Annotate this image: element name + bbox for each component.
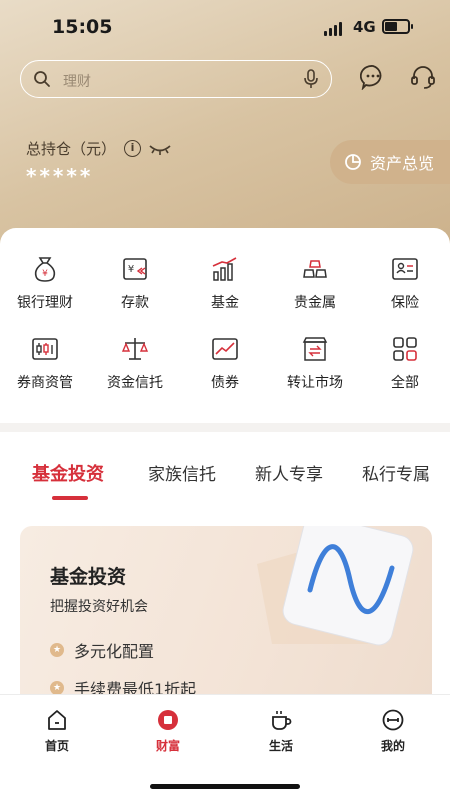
svg-text:¥: ¥	[128, 264, 134, 275]
gold-bars-icon	[303, 260, 327, 278]
service-trust[interactable]: 资金信托	[90, 334, 180, 392]
home-indicator[interactable]	[150, 784, 300, 789]
store-exchange-icon	[302, 337, 328, 361]
service-fund[interactable]: 基金	[180, 254, 270, 312]
service-precious-metal[interactable]: 贵金属	[270, 254, 360, 312]
active-tab-indicator	[52, 496, 88, 500]
pie-chart-icon	[345, 154, 361, 170]
services-panel: ¥ 银行理财 ¥ 存款 基金 贵金属 保险 券商资管 资金信托 债券 转让市场 …	[0, 228, 450, 423]
info-icon[interactable]: i	[124, 140, 142, 157]
wealth-icon	[158, 710, 178, 730]
tabbar-mine[interactable]: 我的	[353, 709, 433, 754]
status-time: 15:05	[52, 16, 113, 38]
service-transfer-market[interactable]: 转让市场	[270, 334, 360, 392]
scale-icon	[121, 338, 149, 360]
customer-service-icon[interactable]	[410, 64, 436, 90]
coffee-cup-icon	[272, 711, 292, 730]
star-badge-icon: ★	[50, 681, 64, 694]
search-icon	[34, 71, 50, 87]
candlestick-icon	[32, 338, 58, 360]
tab-newcomer[interactable]: 新人专享	[255, 460, 323, 485]
fund-wave-illustration	[257, 526, 414, 646]
service-bank-wealth[interactable]: ¥ 银行理财	[0, 254, 90, 312]
service-bond[interactable]: 债券	[180, 334, 270, 392]
search-input[interactable]: 理财	[63, 71, 91, 91]
tab-fund-investment[interactable]: 基金投资	[32, 460, 104, 486]
network-type: 4G	[353, 18, 376, 36]
fund-promo-card[interactable]: 基金投资 把握投资好机会 ★ 多元化配置 ★ 手续费最低1折起	[20, 526, 432, 694]
card-feature: ★ 手续费最低1折起	[50, 676, 196, 694]
services-grid: ¥ 银行理财 ¥ 存款 基金 贵金属 保险 券商资管 资金信托 债券 转让市场 …	[0, 228, 450, 392]
service-all[interactable]: 全部	[360, 334, 450, 392]
bar-chart-icon	[212, 257, 237, 281]
eye-hidden-icon[interactable]	[149, 142, 171, 156]
tab-family-trust[interactable]: 家族信托	[148, 460, 216, 485]
message-icon[interactable]	[360, 64, 386, 90]
grid-icon	[393, 337, 417, 361]
money-bag-icon: ¥	[34, 257, 56, 282]
category-tabs: 基金投资 家族信托 新人专享 私行专属	[0, 460, 450, 500]
search-bar[interactable]: 理财	[20, 60, 332, 98]
trend-chart-icon	[212, 338, 238, 360]
microphone-icon[interactable]	[303, 69, 319, 89]
home-icon	[48, 710, 66, 730]
deposit-icon: ¥	[123, 258, 147, 280]
id-card-icon	[392, 258, 418, 280]
service-broker-asset-mgmt[interactable]: 券商资管	[0, 334, 90, 392]
recommend-section: 基金投资 家族信托 新人专享 私行专属 基金投资 把握投资好机会 ★ 多元化配置…	[0, 432, 450, 694]
star-badge-icon: ★	[50, 643, 64, 657]
service-deposit[interactable]: ¥ 存款	[90, 254, 180, 312]
battery-icon	[382, 19, 413, 34]
status-bar: 15:05 4G	[0, 0, 450, 54]
total-holding-value: *****	[26, 164, 94, 188]
tab-private-banking[interactable]: 私行专属	[362, 460, 430, 485]
tabbar-home[interactable]: 首页	[17, 709, 97, 754]
tabbar-life[interactable]: 生活	[241, 709, 321, 754]
total-holding-label: 总持仓（元） i	[26, 138, 171, 159]
asset-overview-button[interactable]: 资产总览	[330, 140, 450, 184]
svg-text:¥: ¥	[42, 269, 48, 279]
card-title: 基金投资	[50, 566, 127, 588]
service-insurance[interactable]: 保险	[360, 254, 450, 312]
card-subtitle: 把握投资好机会	[50, 599, 148, 615]
profile-icon	[382, 709, 404, 731]
signal-icon	[324, 20, 342, 36]
tabbar-wealth[interactable]: 财富	[128, 709, 208, 754]
card-feature: ★ 多元化配置	[50, 638, 154, 662]
